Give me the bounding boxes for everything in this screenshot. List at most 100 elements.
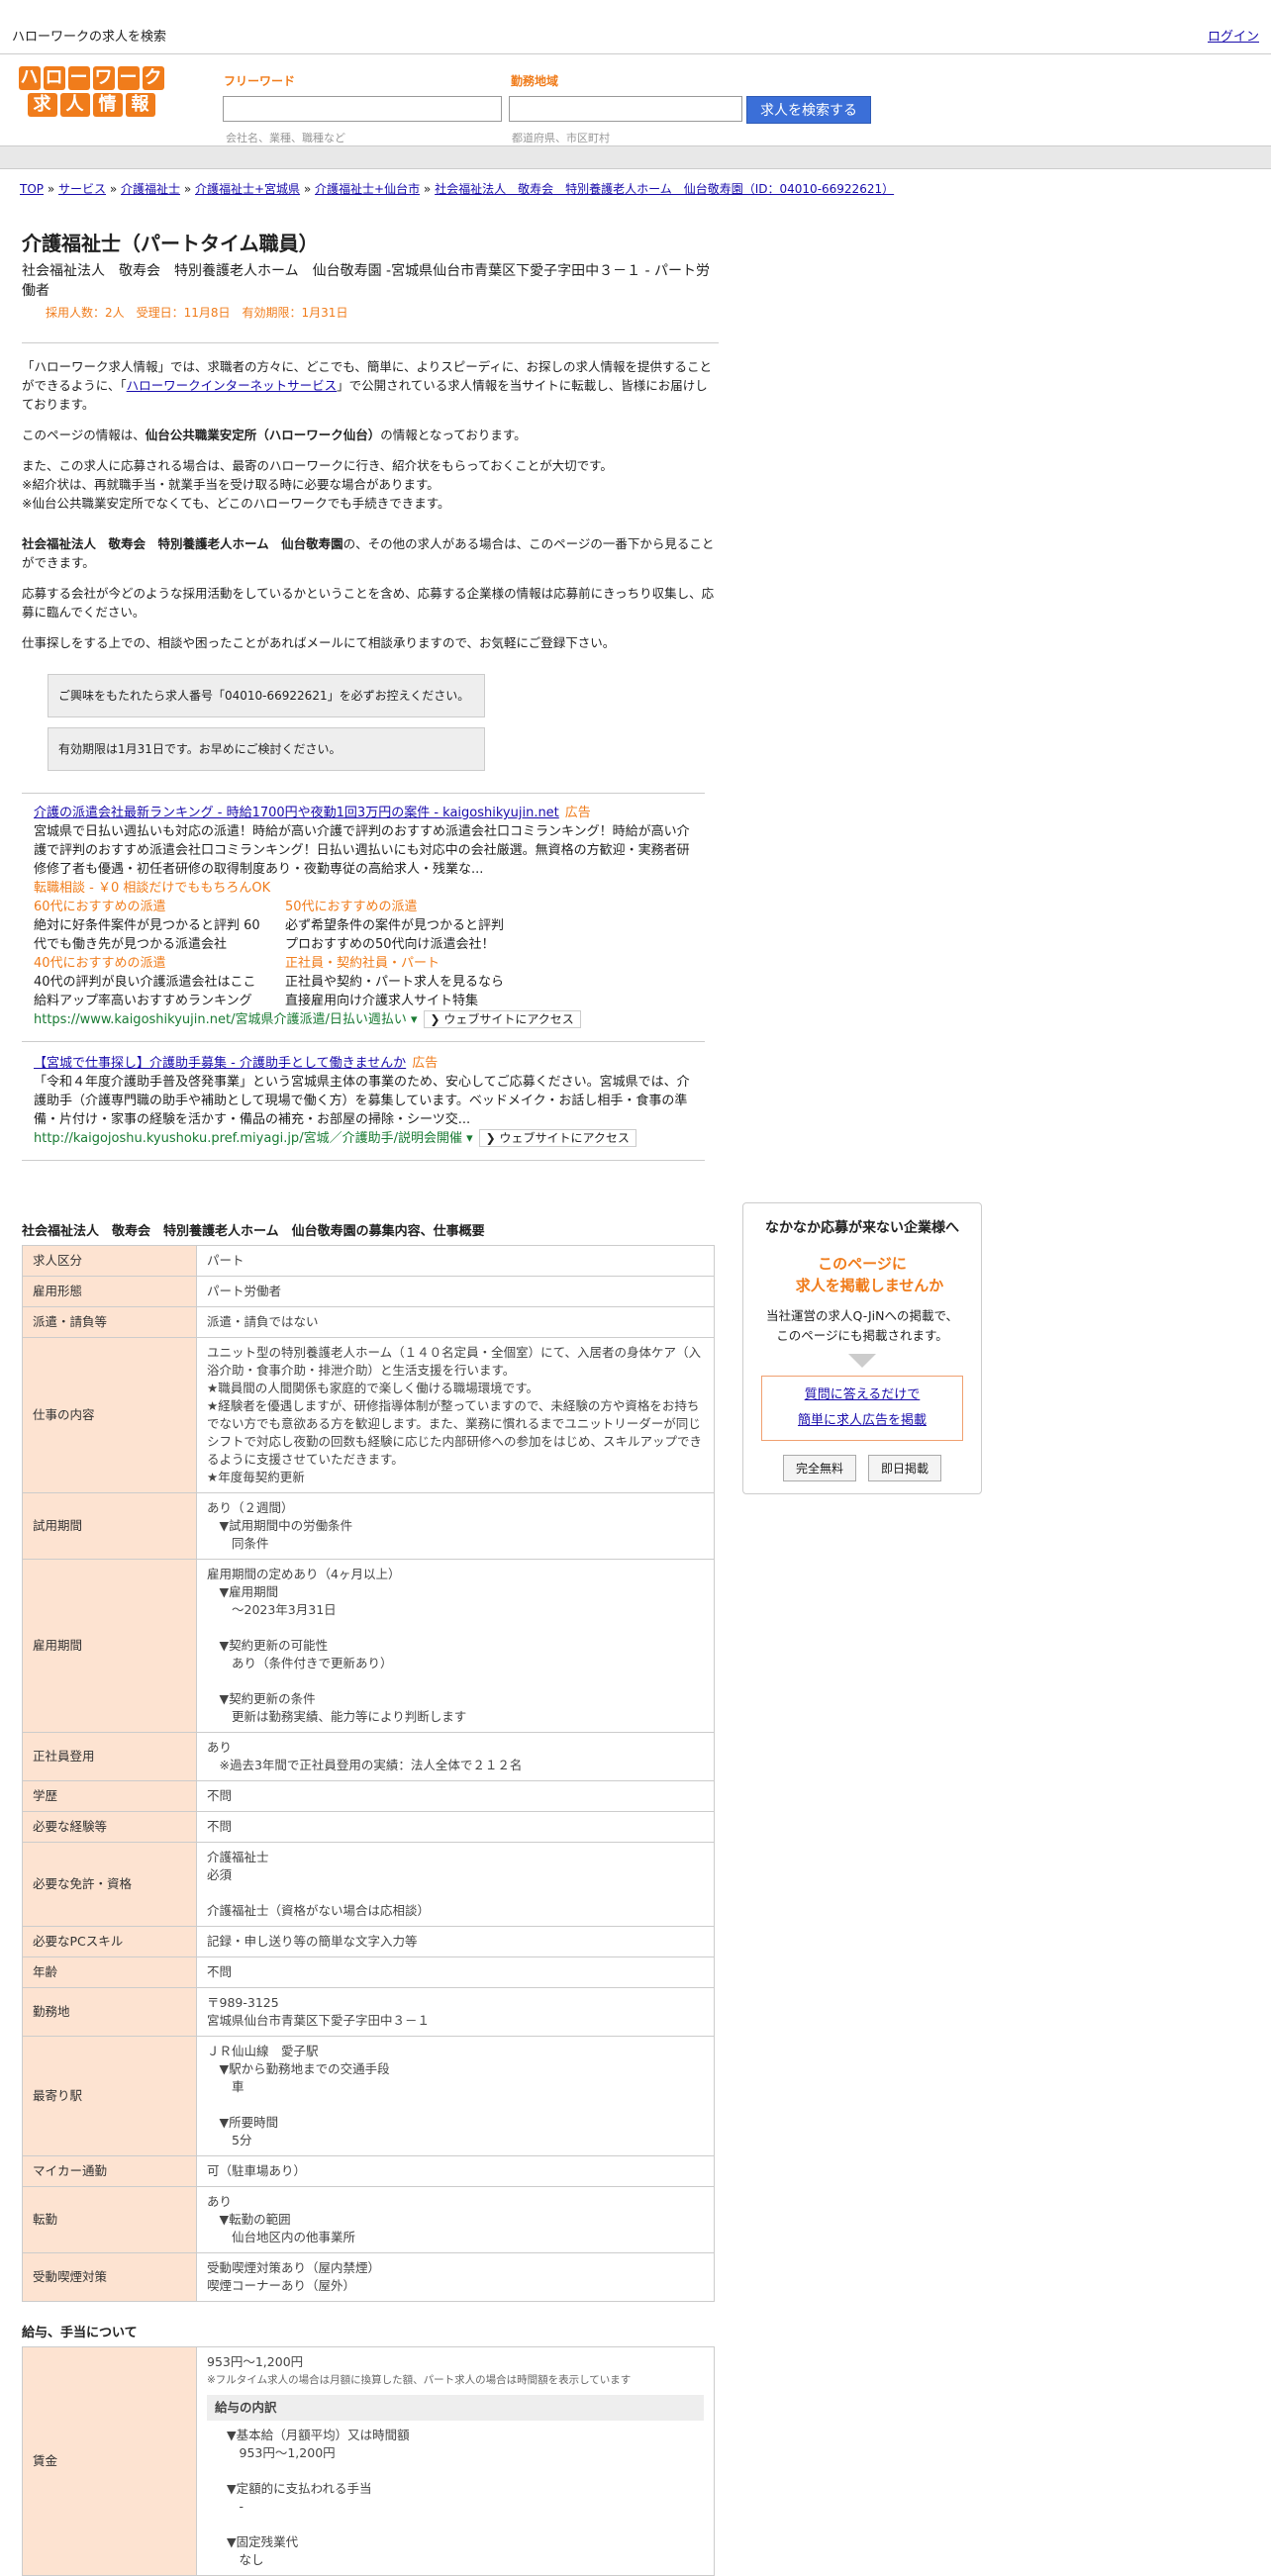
row-header: 派遣・請負等 xyxy=(22,1306,197,1338)
row-header: 雇用期間 xyxy=(22,1559,197,1733)
sitelink-text: 正社員や契約・パート求人を見るなら 直接雇用向け介護求人サイト特集 xyxy=(285,975,505,1008)
table-row: 転勤 あり ▼転勤の範囲 仙台地区内の他事業所 xyxy=(22,2186,715,2253)
row-value: ユニット型の特別養護老人ホーム（１４０名定員・全個室）にて、入居者の身体ケア（入… xyxy=(196,1337,715,1493)
ad-sitelink[interactable]: 50代におすすめの派遣必ず希望条件の案件が見つかると評判 プロおすすめの50代向… xyxy=(285,898,513,954)
ad-sublink[interactable]: 転職相談 - ￥0 相談だけでももちろんOK xyxy=(34,879,693,898)
table-row: 派遣・請負等 派遣・請負ではない xyxy=(22,1306,715,1338)
row-value: 可（駐車場あり） xyxy=(196,2155,715,2187)
ad-url[interactable]: http://kaigojoshu.kyushoku.pref.miyagi.j… xyxy=(34,1131,473,1146)
advertise-link[interactable]: 質問に答えるだけで xyxy=(805,1387,921,1402)
row-header: 求人区分 xyxy=(22,1245,197,1277)
salary-breakdown: ▼基本給（月額平均）又は時間額 953円〜1,200円 ▼定額的に支払われる手当… xyxy=(227,2428,410,2567)
row-value: パート労働者 xyxy=(196,1276,715,1307)
logo-char: 求 xyxy=(27,93,57,117)
table-row: 求人区分 パート xyxy=(22,1245,715,1277)
sitelink-text: 絶対に好条件案件が見つかると評判 60代でも働き先が見つかる派遣会社 xyxy=(34,918,260,952)
logo-char: ワ xyxy=(92,66,115,90)
row-header: 必要な免許・資格 xyxy=(22,1842,197,1927)
ad-block: 【宮城で仕事探し】介護助手募集 - 介護助手として働きませんか 広告 「令和４年度… xyxy=(22,1054,705,1148)
details-title: 社会福祉法人 敬寿会 特別養護老人ホーム 仙台敬寿園の募集内容、仕事概要 xyxy=(22,1224,485,1239)
ad-description: 宮城県で日払い週払いも対応の派遣！時給が高い介護で評判のおすすめ派遣会社口コミラ… xyxy=(34,824,690,877)
row-header: マイカー通勤 xyxy=(22,2155,197,2187)
row-header: 必要なPCスキル xyxy=(22,1926,197,1957)
breadcrumb-top[interactable]: TOP xyxy=(20,182,44,196)
breadcrumb-service[interactable]: サービス xyxy=(58,182,106,196)
sitelink-heading[interactable]: 50代におすすめの派遣 xyxy=(285,900,418,914)
job-number-notice: ご興味をもたれたら求人番号「04010-66922621」を必ずお控えください。 xyxy=(48,674,485,717)
table-row: 必要なPCスキル 記録・申し送り等の簡単な文字入力等 xyxy=(22,1926,715,1957)
advertise-link[interactable]: 簡単に求人広告を掲載 xyxy=(798,1413,927,1428)
company-name: 社会福祉法人 敬寿会 特別養護老人ホーム 仙台敬寿園 xyxy=(22,536,343,551)
intro-text: このページの情報は、 xyxy=(22,428,146,442)
row-header: 試用期間 xyxy=(22,1492,197,1560)
ads-area: 介護の派遣会社最新ランキング - 時給1700円や夜勤1回3万円の案件 - ka… xyxy=(22,793,705,1161)
advertise-headline: このページに 求人を掲載しませんか xyxy=(795,1255,944,1294)
intro-text: ※仙台公共職業安定所でなくても、どこのハローワークでも手続きできます。 xyxy=(22,496,450,511)
main-content: 介護福祉士（パートタイム職員） 社会福祉法人 敬寿会 特別養護老人ホーム 仙台敬… xyxy=(22,228,719,2576)
ad-sitelink[interactable]: 40代におすすめの派遣 40代の評判が良い介護派遣会社はここ 給料アップ率高いおす… xyxy=(34,954,261,1010)
breadcrumb-sendai[interactable]: 介護福祉士+仙台市 xyxy=(315,182,420,196)
ad-sitelink[interactable]: 正社員・契約社員・パート正社員や契約・パート求人を見るなら 直接雇用向け介護求人… xyxy=(285,954,513,1010)
row-header: 勤務地 xyxy=(22,1987,197,2037)
breadcrumb-current[interactable]: 社会福祉法人 敬寿会 特別養護老人ホーム 仙台敬寿園（ID：04010-6692… xyxy=(435,182,894,196)
table-row: 正社員登用 あり ※過去3年間で正社員登用の実績：法人全体で２１２名 xyxy=(22,1732,715,1781)
row-value: 不問 xyxy=(196,1780,715,1812)
sitelink-heading[interactable]: 正社員・契約社員・パート xyxy=(285,956,440,971)
salary-note: ※フルタイム求人の場合は月額に換算した額、パート求人の場合は時間額を表示していま… xyxy=(207,2374,632,2386)
advertise-buttons: 完全無料 即日掲載 xyxy=(743,1455,981,1481)
ad-title-link[interactable]: 介護の派遣会社最新ランキング - 時給1700円や夜勤1回3万円の案件 - ka… xyxy=(34,806,559,820)
advertise-box: なかなか応募が来ない企業様へ このページに 求人を掲載しませんか 当社運営の求人… xyxy=(742,1202,982,1494)
table-row: 雇用形態 パート労働者 xyxy=(22,1276,715,1307)
logo-char: ー xyxy=(117,66,140,90)
keyword-hint: 会社名、業種、職種など xyxy=(226,132,345,144)
header-band xyxy=(0,145,1271,169)
ad-tag: 広告 xyxy=(412,1056,439,1071)
ad-access-button[interactable]: ❯ ウェブサイトにアクセス xyxy=(478,1129,636,1147)
breadcrumb-care-worker[interactable]: 介護福祉士 xyxy=(121,182,180,196)
intro-text: 仕事探しをする上での、相談や困ったことがあればメールにて相談承りますので、お気軽… xyxy=(22,635,616,650)
row-header: 最寄り駅 xyxy=(22,2036,197,2156)
sitelink-heading[interactable]: 40代におすすめの派遣 xyxy=(34,956,166,971)
ad-sitelinks: 60代におすすめの派遣絶対に好条件案件が見つかると評判 60代でも働き先が見つか… xyxy=(34,898,693,954)
table-row: 必要な免許・資格 介護福祉士 必須 介護福祉士（資格がない場合は応相談） xyxy=(22,1842,715,1927)
row-value: あり ※過去3年間で正社員登用の実績：法人全体で２１２名 xyxy=(196,1732,715,1781)
job-subtitle: 社会福祉法人 敬寿会 特別養護老人ホーム 仙台敬寿園 -宮城県仙台市青葉区下愛子… xyxy=(22,263,711,299)
row-header: 必要な経験等 xyxy=(22,1811,197,1843)
site-logo[interactable]: ハローワーク 求人情報 xyxy=(4,66,178,122)
keyword-input[interactable] xyxy=(223,96,502,122)
sitelink-heading[interactable]: 60代におすすめの派遣 xyxy=(34,900,166,914)
advertise-title: なかなか応募が来ない企業様へ xyxy=(765,1220,959,1236)
ad-sitelink[interactable]: 60代におすすめの派遣絶対に好条件案件が見つかると評判 60代でも働き先が見つか… xyxy=(34,898,261,954)
logo-char: ハ xyxy=(18,66,41,90)
search-button[interactable]: 求人を検索する xyxy=(746,96,871,124)
row-value: あり（２週間） ▼試用期間中の労働条件 同条件 xyxy=(196,1492,715,1560)
row-value: 記録・申し送り等の簡単な文字入力等 xyxy=(196,1926,715,1957)
table-row: 仕事の内容 ユニット型の特別養護老人ホーム（１４０名定員・全個室）にて、入居者の身… xyxy=(22,1337,715,1493)
logo-char: 情 xyxy=(92,93,123,117)
row-header: 学歴 xyxy=(22,1780,197,1812)
intro-text: の情報となっております。 xyxy=(380,428,527,442)
ad-url[interactable]: https://www.kaigoshikyujin.net/宮城県介護派遣/日… xyxy=(34,1012,418,1027)
keyword-label: フリーワード xyxy=(224,74,296,88)
logo-char: ー xyxy=(67,66,90,90)
table-row: 雇用期間 雇用期間の定めあり（4ヶ月以上） ▼雇用期間 〜2023年3月31日 ▼… xyxy=(22,1559,715,1733)
ad-title-link[interactable]: 【宮城で仕事探し】介護助手募集 - 介護助手として働きませんか xyxy=(34,1056,406,1071)
divider xyxy=(22,1160,705,1161)
sitelink-text: 必ず希望条件の案件が見つかると評判 プロおすすめの50代向け派遣会社！ xyxy=(285,918,505,952)
login-link[interactable]: ログイン xyxy=(1208,26,1259,45)
divider xyxy=(22,342,719,343)
row-value: ＪＲ仙山線 愛子駅 ▼駅から勤務地までの交通手段 車 ▼所要時間 5分 xyxy=(196,2036,715,2156)
breadcrumb-miyagi[interactable]: 介護福祉士+宮城県 xyxy=(195,182,300,196)
table-row: マイカー通勤 可（駐車場あり） xyxy=(22,2155,715,2187)
intro-text: ※紹介状は、再就職手当・就業手当を受け取る時に必要な場合があります。 xyxy=(22,477,440,492)
row-header: 雇用形態 xyxy=(22,1276,197,1307)
ad-sitelinks: 40代におすすめの派遣 40代の評判が良い介護派遣会社はここ 給料アップ率高いおす… xyxy=(34,954,693,1010)
row-value: 派遣・請負ではない xyxy=(196,1306,715,1338)
arrow-down-icon xyxy=(848,1354,876,1368)
row-value: 受動喫煙対策あり（屋内禁煙） 喫煙コーナーあり（屋外） xyxy=(196,2252,715,2302)
area-input[interactable] xyxy=(509,96,742,122)
logo-char: 報 xyxy=(125,93,155,117)
hellowork-internet-link[interactable]: ハローワークインターネットサービス xyxy=(127,378,338,393)
ad-access-button[interactable]: ❯ ウェブサイトにアクセス xyxy=(423,1010,581,1028)
advertise-description: 当社運営の求人Q-JiNへの掲載で、 このページにも掲載されます。 xyxy=(766,1308,958,1343)
